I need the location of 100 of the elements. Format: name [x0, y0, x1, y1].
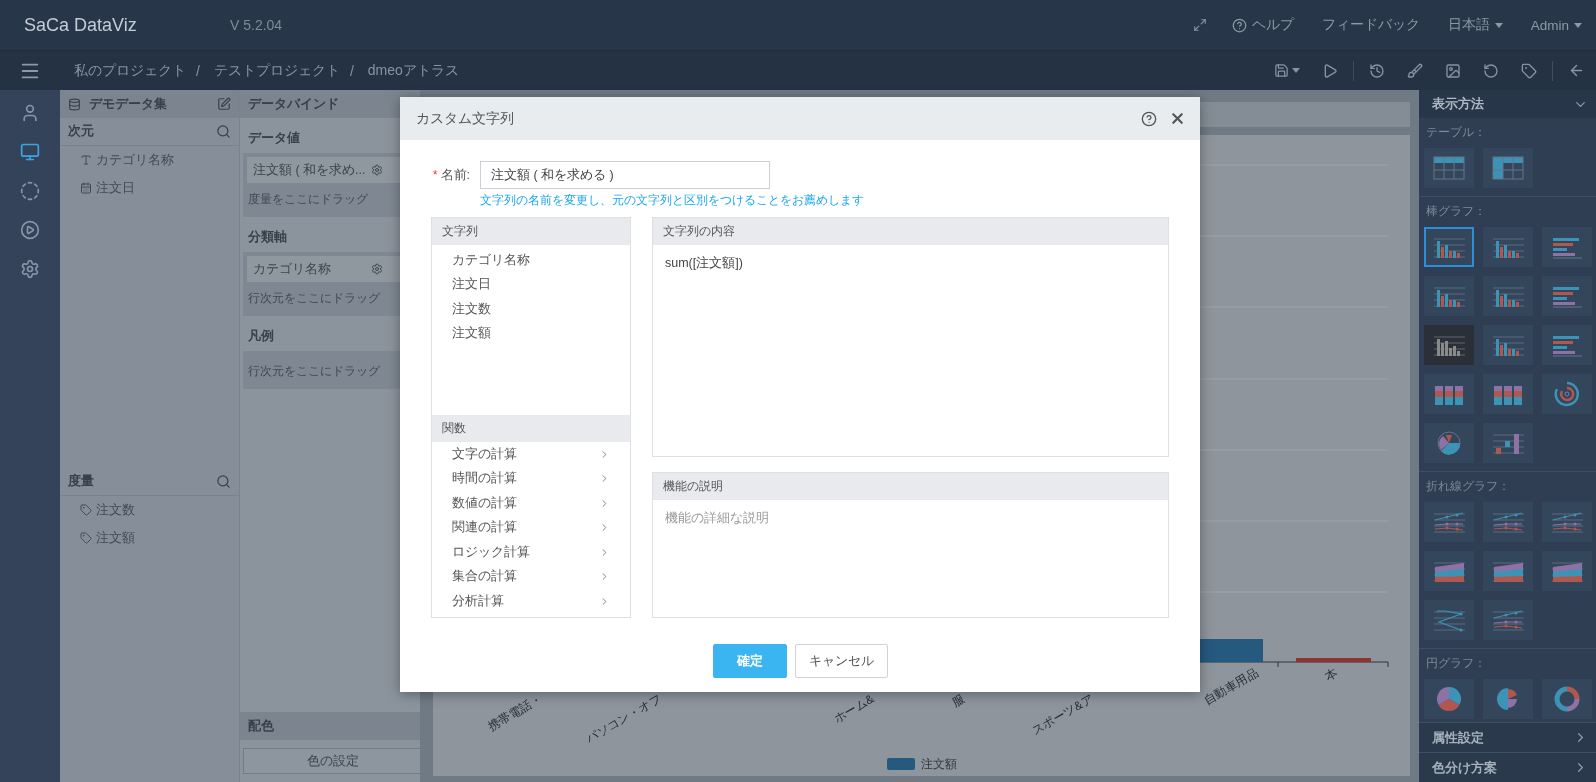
name-input[interactable]: 注文額 ( 和を求める )	[480, 161, 770, 189]
chart-type-button[interactable]	[1424, 148, 1474, 188]
group-title: 円グラフ：	[1425, 655, 1487, 672]
section-title: 次元	[68, 123, 95, 140]
field-list-item[interactable]: 注文数	[432, 297, 630, 322]
chart-type-button[interactable]	[1483, 551, 1533, 591]
field-item[interactable]: 注文日	[96, 179, 135, 197]
name-hint: 文字列の名前を変更し、元の文字列と区別をつけることをお薦めします	[480, 192, 865, 209]
tag-icon	[80, 532, 92, 544]
category-label: 自動車用品	[1201, 665, 1261, 708]
field-item[interactable]: 注文数	[96, 501, 135, 519]
image-icon[interactable]	[1445, 62, 1461, 79]
chart-type-button[interactable]	[1424, 374, 1474, 414]
caret-icon	[1292, 68, 1300, 73]
color-settings-button[interactable]: 色の設定	[243, 748, 423, 774]
edit-icon[interactable]	[217, 97, 231, 111]
chart-type-button[interactable]	[1424, 502, 1474, 542]
list-title: 文字列	[442, 223, 478, 240]
breadcrumb-item[interactable]: 私のプロジェクト	[74, 61, 186, 80]
chart-type-button[interactable]	[1424, 679, 1474, 719]
chart-type-button[interactable]	[1483, 502, 1533, 542]
category-label: スポーツ&ア	[1029, 691, 1096, 738]
dialog-title: カスタム文字列	[416, 109, 515, 128]
back-icon[interactable]	[1568, 62, 1585, 79]
breadcrumb-item[interactable]: テストプロジェクト	[213, 61, 340, 80]
chart-type-button[interactable]	[1483, 600, 1533, 640]
breadcrumb-separator: /	[349, 62, 354, 79]
box-title: 機能の説明	[663, 478, 723, 495]
field-item[interactable]: 注文額	[96, 529, 135, 547]
app-logo: SaCa DataViz	[24, 14, 138, 36]
chart-type-button[interactable]	[1483, 679, 1533, 719]
panel-title: 表示方法	[1432, 95, 1485, 113]
chart-type-button[interactable]	[1483, 423, 1533, 463]
chart-type-button[interactable]	[1542, 276, 1592, 316]
fullscreen-icon[interactable]	[1192, 18, 1207, 32]
group-title: テーブル：	[1425, 124, 1487, 141]
function-list-item[interactable]: 文字の計算	[452, 445, 517, 463]
chart-type-button[interactable]	[1424, 600, 1474, 640]
box-title: 文字列の内容	[663, 223, 735, 240]
section-title: 分類軸	[247, 229, 288, 246]
chart-type-button[interactable]	[1542, 502, 1592, 542]
section-title: 凡例	[247, 328, 275, 345]
chart-type-button[interactable]	[1542, 551, 1592, 591]
dashed-circle-icon	[20, 180, 40, 201]
chart-type-button[interactable]	[1483, 148, 1533, 188]
settings-icon	[20, 258, 40, 279]
cancel-button[interactable]: キャンセル	[794, 644, 888, 678]
function-list-item[interactable]: 時間の計算	[452, 470, 517, 488]
category-label: ホーム&	[831, 691, 877, 726]
settings-section-row[interactable]: 属性設定	[1419, 722, 1596, 752]
breadcrumb-item[interactable]: dmeoアトラス	[367, 61, 459, 80]
chart-type-button[interactable]	[1542, 227, 1592, 267]
formula-editor[interactable]: 文字列の内容 sum([注文額])	[652, 217, 1169, 457]
chart-type-button[interactable]	[1542, 679, 1592, 719]
user-icon	[20, 102, 40, 123]
save-button[interactable]	[1274, 63, 1300, 78]
tag-icon[interactable]	[1521, 62, 1537, 79]
chart-type-button[interactable]	[1424, 423, 1474, 463]
function-list-item[interactable]: 数値の計算	[452, 494, 517, 512]
tag-icon	[80, 504, 92, 516]
field-item[interactable]: カテゴリ名称	[96, 151, 174, 169]
chart-type-button[interactable]	[1483, 374, 1533, 414]
chart-type-button[interactable]	[1542, 374, 1592, 414]
chart-type-button[interactable]	[1424, 325, 1474, 365]
close-icon[interactable]	[1169, 110, 1186, 127]
function-list-item[interactable]: ロジック計算	[452, 543, 530, 561]
play-icon[interactable]	[1322, 62, 1338, 79]
function-list-item[interactable]: 集合の計算	[452, 568, 517, 586]
settings-section-row[interactable]: 色分け方案	[1419, 752, 1596, 782]
description-editor[interactable]: 機能の説明 機能の詳細な説明	[652, 472, 1169, 618]
search-icon[interactable]	[216, 474, 231, 489]
play-icon	[20, 219, 40, 240]
chart-type-button[interactable]	[1542, 325, 1592, 365]
search-icon[interactable]	[216, 124, 231, 139]
settings-icon[interactable]	[371, 263, 383, 275]
undo-icon[interactable]	[1483, 62, 1499, 79]
table-icon	[1431, 154, 1467, 182]
settings-icon[interactable]	[371, 164, 383, 176]
chart-type-button[interactable]	[1424, 551, 1474, 591]
function-list-item[interactable]: 関連の計算	[452, 519, 517, 537]
field-list-item[interactable]: カテゴリ名称	[432, 248, 630, 273]
feedback-link[interactable]: フィードバック	[1321, 16, 1420, 34]
chart-type-button[interactable]	[1483, 227, 1533, 267]
function-list-item[interactable]: 分析計算	[452, 592, 504, 610]
section-title: データ値	[247, 130, 301, 147]
breadcrumb-separator: /	[196, 62, 200, 79]
field-list-item[interactable]: 注文額	[432, 321, 630, 346]
brush-icon[interactable]	[1407, 62, 1423, 79]
help-icon[interactable]	[1141, 110, 1157, 127]
chart-type-button[interactable]	[1424, 276, 1474, 316]
field-list-item[interactable]: 注文日	[432, 272, 630, 297]
help-link[interactable]: ヘルプ	[1231, 16, 1294, 34]
text-type-icon	[80, 154, 92, 166]
language-menu[interactable]: 日本語	[1447, 16, 1503, 34]
help-icon	[1231, 17, 1247, 33]
chart-type-button[interactable]	[1483, 276, 1533, 316]
chart-type-button[interactable]	[1424, 227, 1474, 267]
chart-type-button[interactable]	[1483, 325, 1533, 365]
history-icon[interactable]	[1369, 62, 1385, 79]
user-menu[interactable]: Admin	[1530, 17, 1582, 33]
